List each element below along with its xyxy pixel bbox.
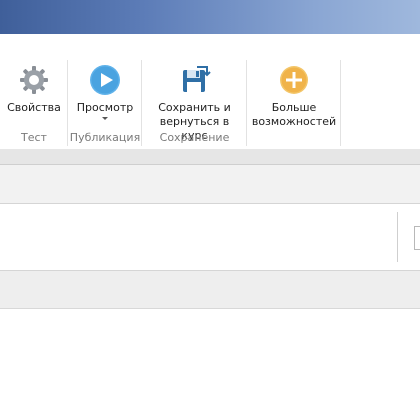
preview-button[interactable]: Просмотр: [72, 64, 138, 120]
partial-input-field[interactable]: [414, 226, 420, 250]
group-label-saving: Сохранение: [159, 131, 230, 144]
ribbon-bottom-strip: [0, 149, 420, 165]
content-panel: [0, 204, 420, 271]
save-return-icon: [182, 66, 211, 92]
properties-label: Свойства: [7, 101, 61, 114]
group-label-test: Тест: [21, 131, 47, 144]
save-and-return-label-line1: Сохранить и: [158, 101, 231, 114]
more-features-label-line2: возможностей: [251, 115, 337, 128]
ribbon-group-more: Больше возможностей: [247, 34, 341, 146]
properties-button[interactable]: Свойства: [4, 64, 64, 115]
ribbon-group-publication: Просмотр Публикация: [68, 34, 142, 146]
plus-circle-icon: [280, 66, 308, 94]
more-features-label-line1: Больше: [271, 101, 317, 114]
preview-label: Просмотр: [76, 101, 134, 114]
ribbon-group-saving: Сохранить и вернуться в курс Сохранение: [142, 34, 247, 146]
play-icon: [90, 65, 120, 95]
more-features-button[interactable]: Больше возможностей: [251, 64, 337, 129]
gear-icon: [20, 66, 48, 94]
section-header-strip: [0, 271, 420, 309]
chevron-down-icon[interactable]: [102, 117, 108, 120]
title-bar: [0, 0, 420, 34]
toolbar-strip: [0, 165, 420, 204]
ribbon: Свойства Тест Просмотр Публикация Сохран…: [0, 34, 420, 150]
panel-divider: [397, 212, 398, 262]
group-label-publication: Публикация: [69, 131, 141, 144]
group-separator: [340, 60, 341, 146]
ribbon-group-test: Свойства Тест: [0, 34, 68, 146]
